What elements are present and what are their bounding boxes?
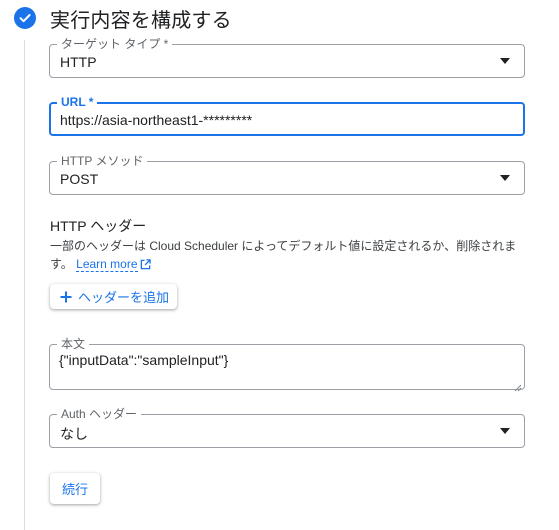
url-label: URL * bbox=[57, 95, 98, 109]
step-title: 実行内容を構成する bbox=[50, 9, 232, 32]
learn-more-label: Learn more bbox=[76, 257, 138, 271]
configure-execution-step: 実行内容を構成する ターゲット タイプ * HTTP URL * https:/… bbox=[0, 0, 559, 530]
auth-header-select[interactable]: Auth ヘッダー なし bbox=[49, 407, 525, 448]
url-input[interactable]: URL * https://asia-northeast1-********* bbox=[49, 95, 525, 136]
body-textarea[interactable]: 本文 {"inputData":"sampleInput"} bbox=[49, 337, 525, 392]
resize-grip-icon[interactable] bbox=[514, 379, 522, 392]
auth-header-value: なし bbox=[60, 426, 88, 442]
dropdown-arrow-icon[interactable] bbox=[500, 428, 510, 434]
target-type-label: ターゲット タイプ * bbox=[57, 37, 173, 51]
target-type-value: HTTP bbox=[60, 54, 97, 70]
plus-icon bbox=[60, 291, 72, 303]
external-link-icon[interactable] bbox=[140, 257, 151, 275]
url-value[interactable]: https://asia-northeast1-********* bbox=[60, 112, 252, 128]
http-method-label: HTTP メソッド bbox=[57, 154, 148, 168]
step-header: 実行内容を構成する bbox=[14, 6, 232, 32]
body-label: 本文 bbox=[57, 337, 90, 351]
dropdown-arrow-icon[interactable] bbox=[500, 58, 510, 64]
body-value[interactable]: {"inputData":"sampleInput"} bbox=[59, 352, 228, 368]
add-header-button[interactable]: ヘッダーを追加 bbox=[50, 284, 177, 309]
learn-more-link[interactable]: Learn more bbox=[76, 257, 138, 272]
http-method-select[interactable]: HTTP メソッド POST bbox=[49, 154, 525, 195]
http-method-value: POST bbox=[60, 171, 99, 187]
auth-header-label: Auth ヘッダー bbox=[57, 407, 142, 421]
step-connector-line bbox=[24, 40, 25, 530]
http-headers-title: HTTP ヘッダー bbox=[50, 218, 147, 234]
continue-button[interactable]: 続行 bbox=[50, 473, 100, 504]
http-headers-description: 一部のヘッダーは Cloud Scheduler によってデフォルト値に設定され… bbox=[50, 237, 530, 275]
add-header-label: ヘッダーを追加 bbox=[78, 290, 170, 305]
check-circle-icon bbox=[14, 7, 36, 29]
dropdown-arrow-icon[interactable] bbox=[500, 175, 510, 181]
target-type-select[interactable]: ターゲット タイプ * HTTP bbox=[49, 37, 525, 78]
